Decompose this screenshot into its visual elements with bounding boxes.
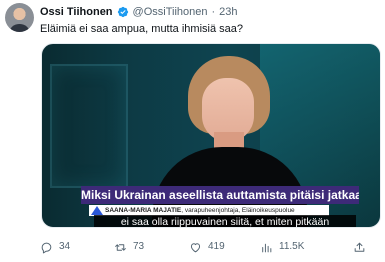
views-button[interactable]: 11.5K	[260, 239, 304, 255]
like-count: 419	[208, 241, 225, 252]
tweet-timestamp[interactable]: 23h	[219, 4, 237, 20]
like-button[interactable]: 419	[189, 239, 225, 255]
speaker-role: , varapuheenjohtaja, Eläinoikeuspuolue	[181, 207, 295, 214]
reply-count: 34	[59, 241, 71, 252]
share-button[interactable]	[353, 239, 366, 255]
verified-badge-icon	[117, 6, 129, 18]
video-subtitle: ei saa olla riippuvainen siitä, et miten…	[94, 215, 356, 227]
tweet-text: Eläimiä ei saa ampua, mutta ihmisiä saa?	[40, 23, 243, 35]
retweet-icon	[114, 241, 127, 254]
question-banner: Miksi Ukrainan aseellista auttamista pit…	[81, 186, 359, 204]
header-separator: ·	[211, 6, 216, 18]
tweet-media-video[interactable]: Miksi Ukrainan aseellista auttamista pit…	[41, 43, 381, 228]
share-icon	[353, 241, 366, 254]
studio-background-panel	[50, 64, 128, 188]
tweet-actions: 34 73 419 11.5K	[40, 239, 376, 255]
author-display-name[interactable]: Ossi Tiihonen	[40, 4, 113, 20]
views-count: 11.5K	[279, 241, 305, 252]
heart-icon	[189, 241, 202, 254]
reply-button[interactable]: 34	[40, 239, 70, 255]
broadcaster-logo-icon	[91, 206, 103, 215]
reply-icon	[40, 241, 53, 254]
author-avatar[interactable]	[5, 3, 34, 32]
views-icon	[260, 241, 273, 254]
retweet-button[interactable]: 73	[114, 239, 144, 255]
author-handle[interactable]: @OssiTiihonen	[133, 4, 208, 20]
tweet-card: Ossi Tiihonen @OssiTiihonen · 23h Eläimi…	[0, 0, 385, 262]
speaker-name: SAANA-MARIA MAJATIE	[105, 207, 182, 214]
tweet-header: Ossi Tiihonen @OssiTiihonen · 23h	[40, 4, 238, 20]
retweet-count: 73	[133, 241, 145, 252]
